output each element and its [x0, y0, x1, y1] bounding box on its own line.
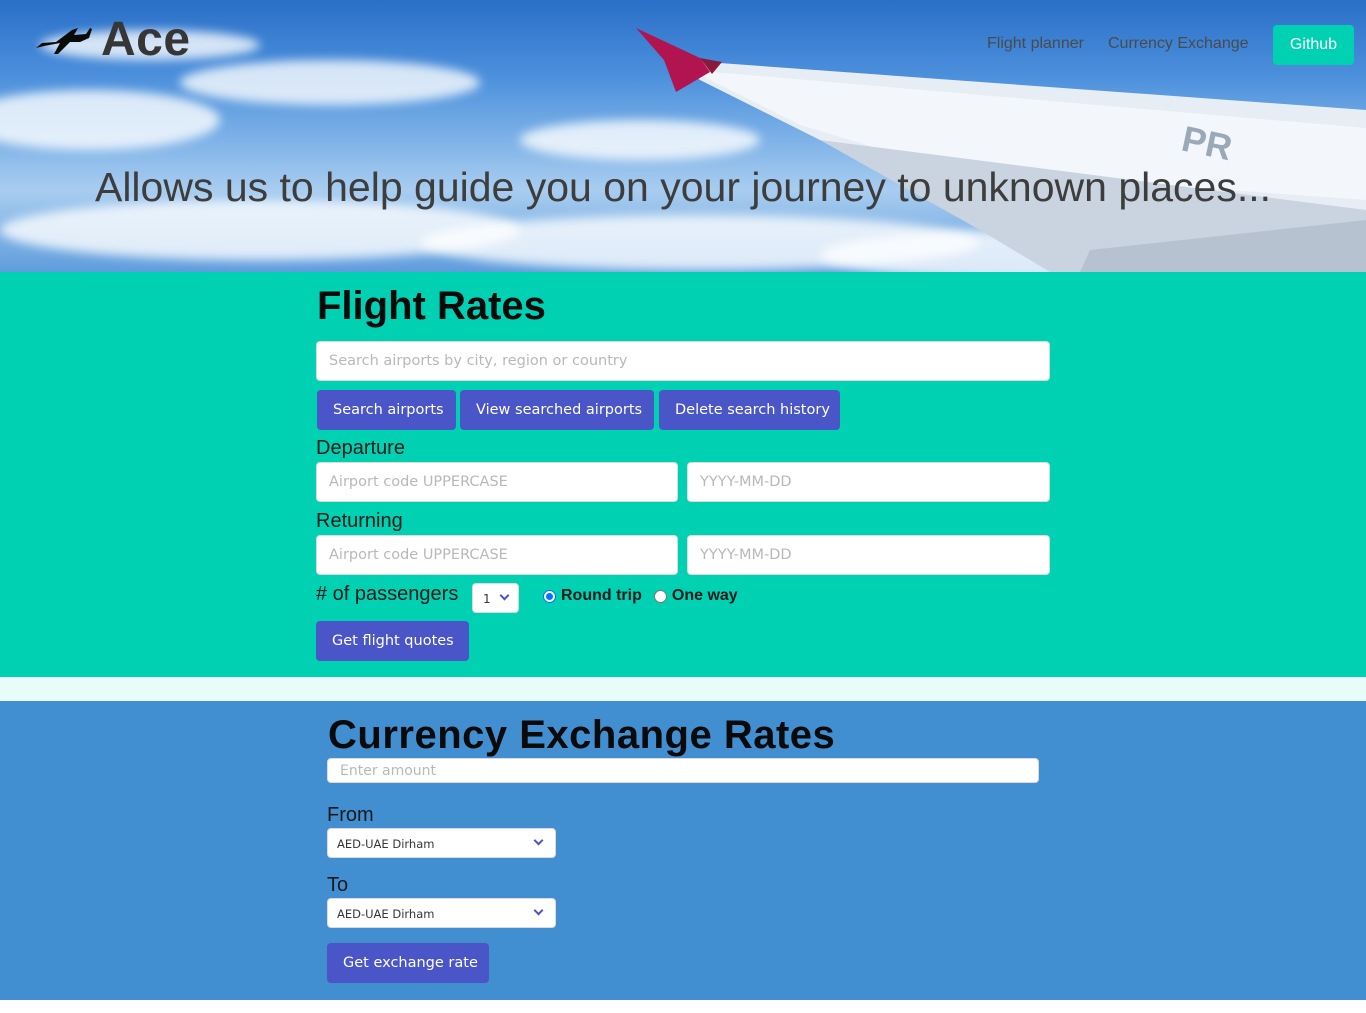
brand-logo[interactable]: Ace [101, 12, 191, 67]
from-currency-value: AED-UAE Dirham [337, 837, 435, 851]
delete-search-history-button[interactable]: Delete search history [659, 390, 840, 430]
flight-rates-section: Flight Rates Search airports View search… [0, 272, 1366, 677]
round-trip-label[interactable]: Round trip [561, 587, 642, 605]
one-way-radio[interactable] [653, 589, 667, 603]
departure-date-input[interactable] [687, 462, 1050, 502]
from-currency-select[interactable]: AED-UAE Dirham [327, 828, 556, 858]
section-divider [0, 677, 1366, 701]
chevron-down-icon [533, 835, 544, 846]
one-way-label[interactable]: One way [672, 587, 738, 605]
hero-banner: PR Ace Flight planner Currency Exchange … [0, 0, 1366, 272]
returning-date-input[interactable] [687, 535, 1050, 575]
returning-airport-input[interactable] [316, 535, 678, 575]
chevron-down-icon [533, 905, 544, 916]
get-flight-quotes-button[interactable]: Get flight quotes [316, 621, 469, 661]
to-currency-select[interactable]: AED-UAE Dirham [327, 898, 556, 928]
get-exchange-rate-button[interactable]: Get exchange rate [327, 943, 489, 983]
to-currency-value: AED-UAE Dirham [337, 907, 435, 921]
navbar: Ace Flight planner Currency Exchange Git… [0, 0, 1366, 90]
returning-label: Returning [316, 510, 403, 532]
flight-rates-title: Flight Rates [317, 284, 546, 328]
search-airports-button[interactable]: Search airports [317, 390, 456, 430]
chevron-down-icon [499, 590, 510, 601]
passengers-label: # of passengers [316, 583, 459, 605]
github-button[interactable]: Github [1273, 25, 1354, 65]
from-label: From [327, 804, 374, 826]
currency-exchange-section: Currency Exchange Rates From AED-UAE Dir… [0, 701, 1366, 1000]
view-searched-airports-button[interactable]: View searched airports [460, 390, 654, 430]
airplane-icon [36, 28, 92, 54]
hero-tagline: Allows us to help guide you on your jour… [94, 164, 1272, 210]
amount-input[interactable] [327, 758, 1039, 783]
round-trip-radio[interactable] [543, 589, 556, 603]
departure-airport-input[interactable] [316, 462, 678, 502]
passengers-select[interactable]: 1 [472, 583, 519, 613]
trip-type-group: Round trip One way [543, 586, 750, 606]
currency-title: Currency Exchange Rates [328, 713, 836, 757]
passengers-value: 1 [483, 592, 491, 606]
departure-label: Departure [316, 437, 405, 459]
nav-currency-exchange[interactable]: Currency Exchange [1108, 35, 1249, 53]
airport-search-input[interactable] [316, 341, 1050, 381]
nav-flight-planner[interactable]: Flight planner [987, 35, 1084, 53]
to-label: To [327, 874, 349, 896]
